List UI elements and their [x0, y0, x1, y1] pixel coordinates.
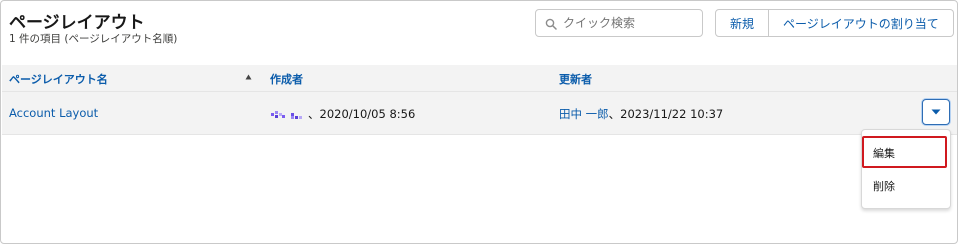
- modified-by-user-link[interactable]: 田中 一郎: [559, 107, 609, 121]
- column-header-created-by[interactable]: 作成者: [270, 71, 303, 87]
- menu-item-delete[interactable]: 削除: [862, 171, 950, 201]
- quick-search[interactable]: [535, 9, 703, 37]
- row-actions-menu: 編集 削除: [861, 129, 951, 209]
- sort-ascending-icon[interactable]: [245, 74, 252, 80]
- item-count-subtitle: 1 件の項目 (ページレイアウト名順): [9, 33, 178, 45]
- layout-name-link[interactable]: Account Layout: [9, 106, 98, 120]
- column-header-modified-by[interactable]: 更新者: [559, 71, 592, 87]
- table-row: Account Layout 、2020/10/05 8:56 田中 一郎、20…: [2, 92, 957, 135]
- search-icon: [545, 18, 557, 30]
- table-header: ページレイアウト名 作成者 更新者: [2, 65, 957, 92]
- chevron-down-icon: [931, 109, 941, 115]
- row-actions-button[interactable]: [922, 99, 950, 125]
- action-button-group: 新規 ページレイアウトの割り当て: [715, 9, 954, 37]
- search-input[interactable]: [563, 12, 697, 34]
- menu-item-edit[interactable]: 編集: [862, 138, 950, 168]
- page-layout-panel: ページレイアウト 1 件の項目 (ページレイアウト名順) 新規 ページレイアウト…: [0, 0, 958, 244]
- assign-page-layout-button[interactable]: ページレイアウトの割り当て: [769, 9, 954, 37]
- redacted-user-name: [271, 110, 302, 119]
- created-by-cell: 、2020/10/05 8:56: [270, 106, 415, 122]
- column-header-layout-name[interactable]: ページレイアウト名: [9, 71, 108, 87]
- modified-by-cell: 田中 一郎、2023/11/22 10:37: [559, 106, 723, 122]
- page-title: ページレイアウト: [9, 13, 145, 33]
- created-date-text: 、2020/10/05 8:56: [308, 107, 416, 121]
- new-button[interactable]: 新規: [715, 9, 770, 37]
- modified-date-text: 、2023/11/22 10:37: [608, 107, 724, 121]
